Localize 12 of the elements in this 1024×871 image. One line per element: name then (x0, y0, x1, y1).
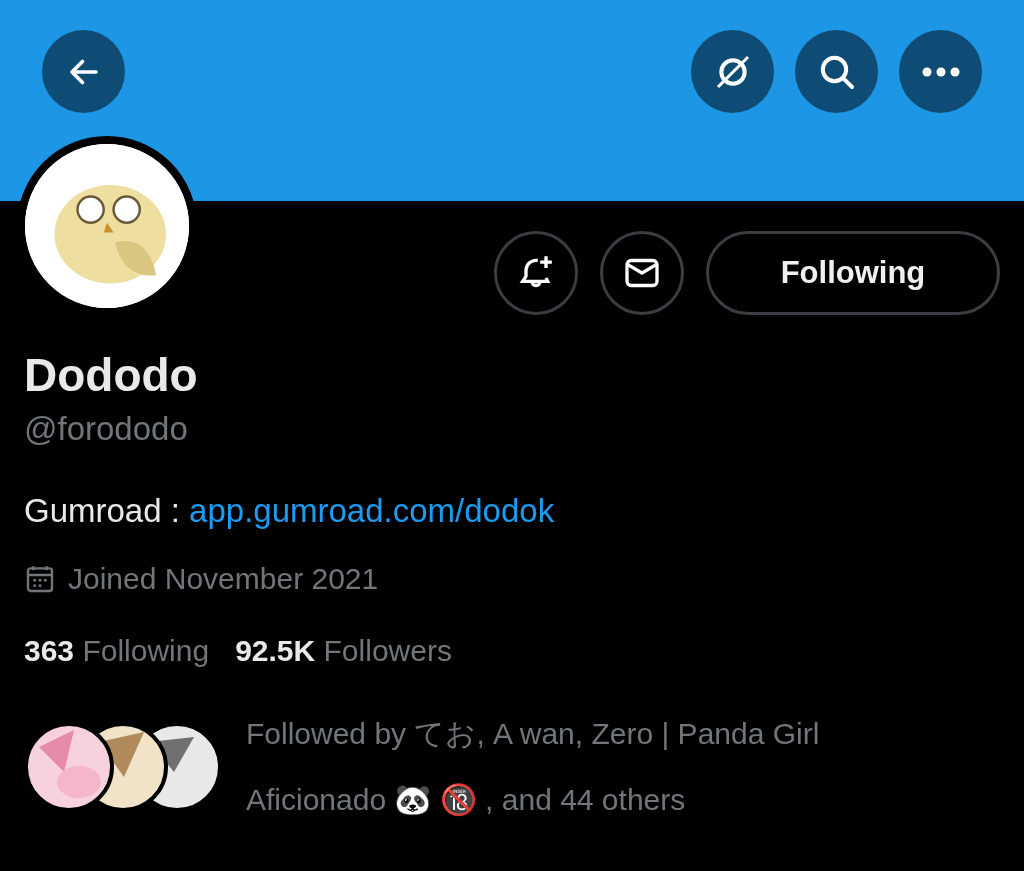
joined-date: Joined November 2021 (68, 561, 379, 597)
message-button[interactable] (600, 231, 684, 315)
user-handle: @forododo (24, 409, 189, 449)
notify-button[interactable] (494, 231, 578, 315)
display-name: Dododo (24, 348, 199, 403)
bio-text: Gumroad : (24, 491, 181, 531)
bio-link[interactable]: app.gumroad.com/dodok (189, 489, 555, 533)
more-icon (921, 66, 960, 77)
stat-link[interactable]: 92.5K Followers (235, 631, 452, 671)
calendar-icon (24, 563, 56, 595)
following-button[interactable]: Following (706, 231, 1000, 315)
stat-link[interactable]: 363 Following (24, 631, 210, 671)
